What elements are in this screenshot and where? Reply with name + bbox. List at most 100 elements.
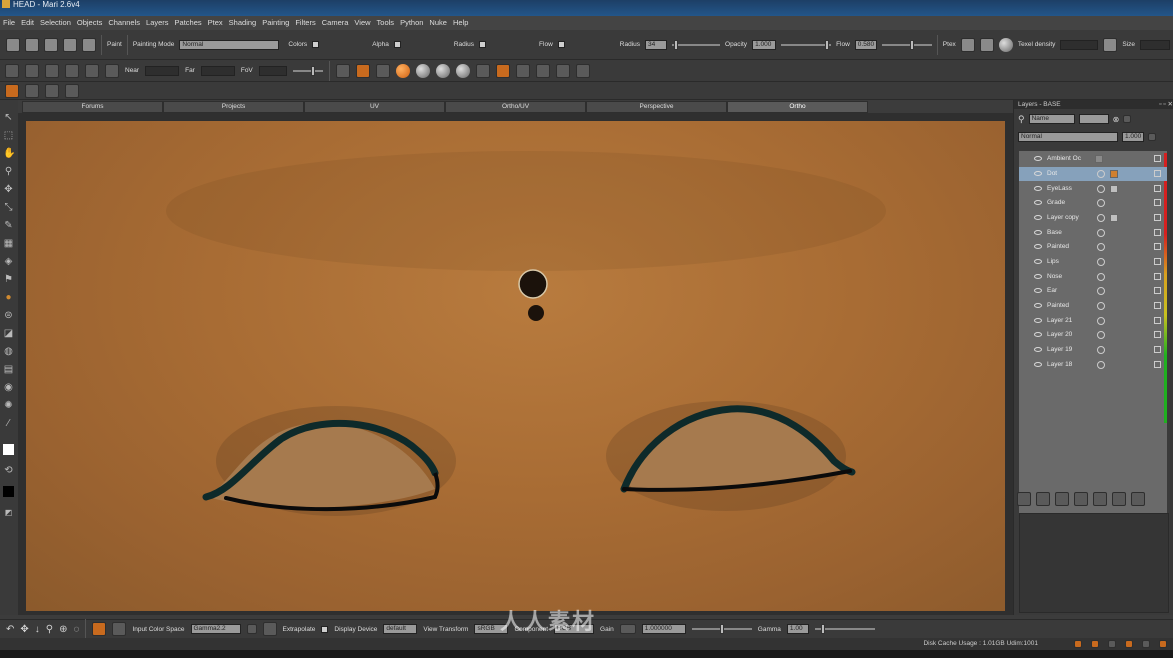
flow-slider[interactable] xyxy=(881,39,932,50)
image-icon[interactable] xyxy=(375,63,390,78)
pin-tool-icon[interactable]: ⚑ xyxy=(3,274,14,285)
blend-icon[interactable] xyxy=(1097,185,1105,193)
orbit-icon[interactable]: ⊕ xyxy=(59,624,67,635)
radius-field[interactable]: 34 xyxy=(645,39,668,50)
visibility-eye-icon[interactable] xyxy=(1034,200,1042,205)
add-paintable-layer-icon[interactable] xyxy=(1017,492,1031,506)
opacity-field[interactable]: 1.000 xyxy=(752,39,777,50)
status-network-icon[interactable] xyxy=(1108,640,1116,648)
visibility-eye-icon[interactable] xyxy=(1034,171,1042,176)
layer-settings-icon[interactable] xyxy=(1131,492,1145,506)
status-message-icon[interactable] xyxy=(1159,640,1167,648)
lock-icon[interactable] xyxy=(1154,302,1161,309)
background-color-swatch[interactable] xyxy=(3,486,14,497)
flow-field[interactable]: 0.580 xyxy=(854,39,877,50)
ambient-icon[interactable] xyxy=(65,83,79,98)
flat-shading-icon[interactable] xyxy=(395,63,410,78)
snap-icon[interactable] xyxy=(495,63,510,78)
tab-ortho-uv[interactable]: Ortho/UV xyxy=(445,101,586,113)
lock-icon[interactable] xyxy=(1154,155,1161,162)
menu-camera[interactable]: Camera xyxy=(319,16,352,30)
lut-icon[interactable] xyxy=(112,622,127,636)
status-warning-icon[interactable] xyxy=(1091,640,1099,648)
gamma-field[interactable]: 1.00 xyxy=(786,624,809,634)
blur-tool-icon[interactable]: ◍ xyxy=(3,346,14,357)
lock-icon[interactable] xyxy=(1154,170,1161,177)
lock-icon[interactable] xyxy=(1154,273,1161,280)
filter-input[interactable] xyxy=(1078,114,1109,124)
layer-dot[interactable]: Dot xyxy=(1019,167,1167,181)
foreground-color-swatch[interactable] xyxy=(3,444,14,455)
visibility-eye-icon[interactable] xyxy=(1034,259,1042,264)
near-field[interactable] xyxy=(145,65,180,76)
move-icon[interactable] xyxy=(515,63,530,78)
export-icon[interactable] xyxy=(63,37,77,52)
layer-layer-21[interactable]: Layer 21 xyxy=(1019,314,1167,328)
full-shading-icon[interactable] xyxy=(455,63,470,78)
menu-selection[interactable]: Selection xyxy=(37,16,74,30)
lock-icon[interactable] xyxy=(1154,331,1161,338)
visibility-eye-icon[interactable] xyxy=(1034,274,1042,279)
lock-icon[interactable] xyxy=(1154,361,1161,368)
fill-tool-icon[interactable]: ◉ xyxy=(3,382,14,393)
ortho-viewport[interactable] xyxy=(18,113,1013,615)
ptex-resize-icon[interactable] xyxy=(979,37,994,52)
opacity-slider[interactable] xyxy=(781,39,832,50)
paint-tool-icon[interactable]: ● xyxy=(3,292,14,303)
flow-checkbox[interactable] xyxy=(557,41,565,48)
layer-lips[interactable]: Lips xyxy=(1019,255,1167,269)
blend-icon[interactable] xyxy=(1097,273,1105,281)
tab-forums[interactable]: Forums xyxy=(22,101,163,113)
lock-icon[interactable] xyxy=(1154,346,1161,353)
visibility-eye-icon[interactable] xyxy=(1034,288,1042,293)
blend-icon[interactable] xyxy=(1097,258,1105,266)
camera-icon[interactable] xyxy=(25,63,39,78)
layer-nose[interactable]: Nose xyxy=(1019,270,1167,284)
gain-slider[interactable] xyxy=(691,624,752,634)
layer-eyelass[interactable]: EyeLass xyxy=(1019,182,1167,196)
paint-through-tool-icon[interactable]: ✎ xyxy=(3,220,14,231)
radius-slider[interactable] xyxy=(672,39,721,50)
adjustment-icon[interactable] xyxy=(1097,199,1105,207)
transform-icon[interactable] xyxy=(555,63,570,78)
painting-mode-dropdown[interactable]: Normal xyxy=(179,39,280,50)
layer-mask-thumbnail[interactable] xyxy=(1110,170,1118,178)
add-mask-icon[interactable] xyxy=(1074,492,1088,506)
eraser-tool-icon[interactable]: ◪ xyxy=(3,328,14,339)
colors-checkbox[interactable] xyxy=(312,41,320,48)
flow-slider-knob[interactable] xyxy=(909,39,914,50)
layer-opacity-field[interactable]: 1.000 xyxy=(1122,132,1144,142)
lock-icon[interactable] xyxy=(1154,229,1161,236)
zoom-view-icon[interactable]: ⚲ xyxy=(46,624,53,635)
menu-tools[interactable]: Tools xyxy=(374,16,398,30)
visibility-eye-icon[interactable] xyxy=(1034,215,1042,220)
tab-ortho[interactable]: Ortho xyxy=(727,101,868,113)
menu-filters[interactable]: Filters xyxy=(292,16,318,30)
lock-icon[interactable] xyxy=(1154,258,1161,265)
tab-perspective[interactable]: Perspective xyxy=(586,101,727,113)
move-tool-icon[interactable]: ✥ xyxy=(3,184,14,195)
save-icon[interactable] xyxy=(25,37,39,52)
tab-uv[interactable]: UV xyxy=(304,101,445,113)
blend-mode-dropdown[interactable]: Normal xyxy=(1018,132,1118,142)
status-record-icon[interactable] xyxy=(1074,640,1082,648)
lock-icon[interactable] xyxy=(1154,287,1161,294)
brush-settings-icon[interactable] xyxy=(82,37,96,52)
add-adjustment-layer-icon[interactable] xyxy=(1055,492,1069,506)
lock-icon[interactable] xyxy=(1154,214,1161,221)
blend-icon[interactable] xyxy=(1097,346,1105,354)
layer-layer-19[interactable]: Layer 19 xyxy=(1019,343,1167,357)
zoom-tool-icon[interactable]: ⚲ xyxy=(3,166,14,177)
menu-file[interactable]: File xyxy=(0,16,18,30)
blend-icon[interactable] xyxy=(1097,302,1105,310)
blend-icon[interactable] xyxy=(1097,287,1105,295)
new-file-icon[interactable] xyxy=(6,37,20,52)
opacity-slider-knob[interactable] xyxy=(825,39,830,50)
input-color-space-dropdown[interactable]: Gamma2.2 xyxy=(190,624,241,634)
rotate-icon[interactable] xyxy=(575,63,590,78)
grid-icon[interactable] xyxy=(535,63,550,78)
pan-tool-icon[interactable]: ✋ xyxy=(3,148,15,159)
dropdown-arrow-icon[interactable] xyxy=(246,624,257,634)
layer-layer-copy[interactable]: Layer copy xyxy=(1019,211,1167,225)
alpha-checkbox[interactable] xyxy=(393,41,401,48)
